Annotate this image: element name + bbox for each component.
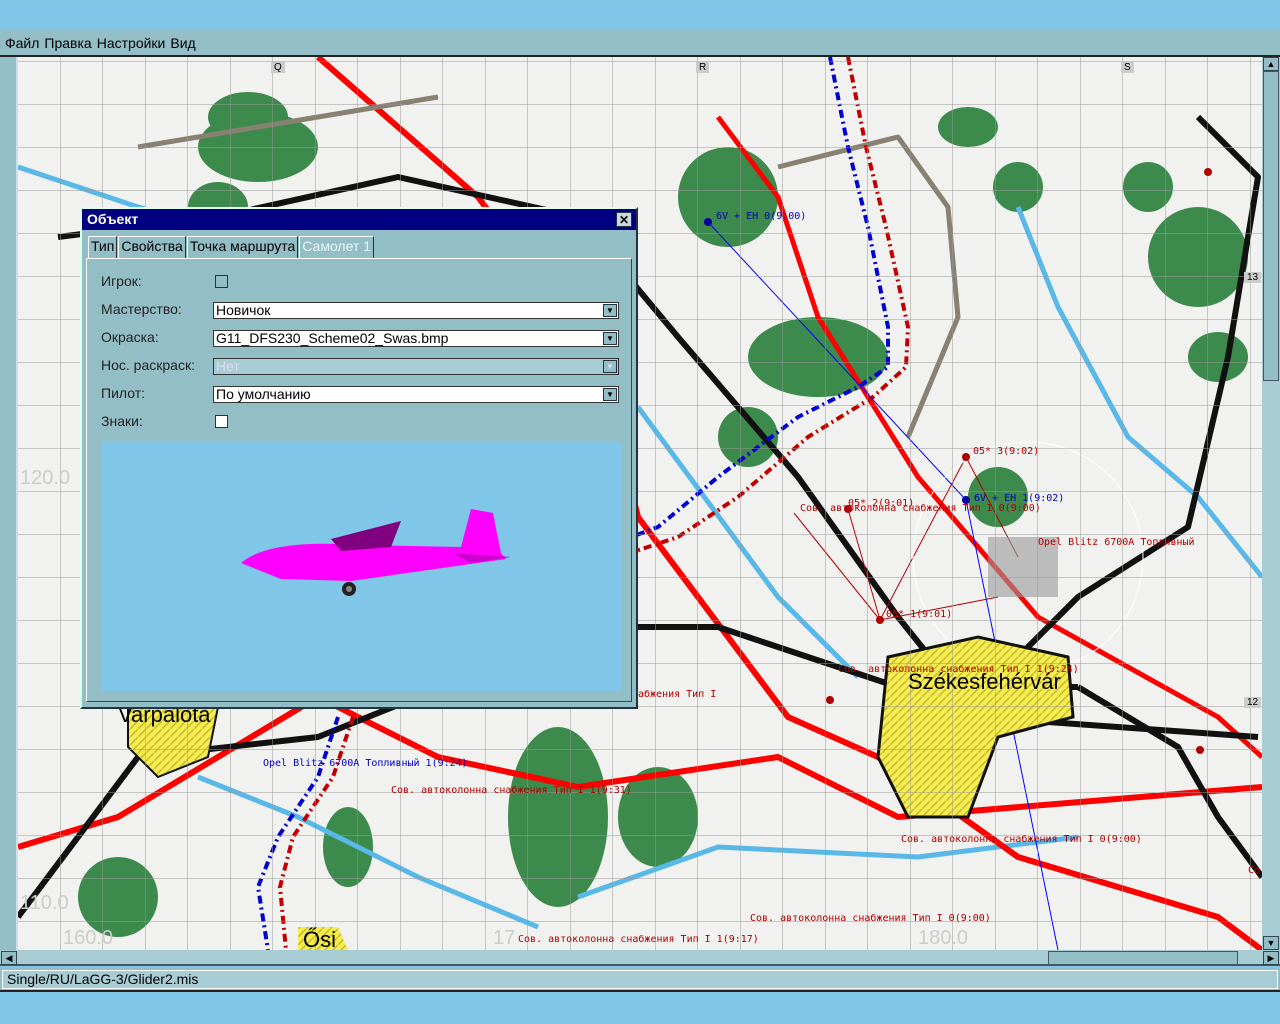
grid-tag-13: 13 — [1244, 272, 1262, 283]
menu-bar: Файл Правка Настройки Вид — [0, 30, 1280, 57]
aircraft-preview[interactable] — [101, 441, 621, 691]
pilot-select[interactable]: По умолчанию ▼ — [213, 386, 619, 403]
desktop-top — [0, 0, 1280, 30]
horizontal-scroll-thumb[interactable] — [1048, 951, 1238, 965]
map-label[interactable]: Сов. автоколонна снабжения Тип I 0(9:00) — [800, 503, 1041, 514]
map-label[interactable]: 6V + EH 1(9:02) — [974, 493, 1064, 504]
dialog-title: Объект — [87, 211, 139, 227]
chevron-down-icon[interactable]: ▼ — [603, 304, 617, 317]
pilot-value: По умолчанию — [216, 386, 311, 402]
map-label[interactable]: абжения Тип I — [638, 689, 716, 700]
skin-label: Окраска: — [101, 329, 159, 345]
menu-file[interactable]: Файл — [5, 35, 39, 51]
map-label[interactable]: 05* 3(9:02) — [973, 446, 1039, 457]
scroll-right-button[interactable]: ▶ — [1263, 951, 1279, 965]
noseart-label: Нос. раскраск: — [101, 357, 195, 373]
dialog-tabs: Тип Свойства Точка маршрута Самолет 1 — [88, 236, 375, 258]
horizontal-scrollbar[interactable]: ◀ ▶ — [0, 950, 1280, 966]
coord-120: 120.0 — [20, 467, 71, 489]
skill-value: Новичок — [216, 302, 271, 318]
dialog-titlebar[interactable]: Объект ✕ — [82, 209, 636, 230]
coord-110: 110.0 — [20, 892, 69, 914]
noseart-value: Нет — [216, 358, 240, 374]
tab-type[interactable]: Тип — [88, 236, 118, 258]
map-label[interactable]: 05* 1(9:01) — [886, 609, 952, 620]
player-checkbox[interactable] — [215, 275, 228, 288]
pilot-label: Пилот: — [101, 385, 145, 401]
chevron-down-icon[interactable]: ▼ — [603, 388, 617, 401]
map-label[interactable]: Со 1(9 — [1248, 865, 1262, 876]
map-label[interactable]: Opel Blitz 6700A Топливный — [1038, 537, 1195, 548]
glider-model-icon — [241, 509, 511, 596]
chevron-down-icon[interactable]: ▼ — [603, 332, 617, 345]
markings-label: Знаки: — [101, 413, 143, 429]
coord-180: 180.0 — [918, 927, 969, 949]
status-file-path: Single/RU/LaGG-3/Glider2.mis — [2, 970, 1278, 989]
close-icon[interactable]: ✕ — [616, 212, 632, 227]
chevron-down-icon: ▼ — [603, 360, 617, 373]
tab-waypoint[interactable]: Точка маршрута — [186, 236, 299, 258]
scroll-down-button[interactable]: ▼ — [1263, 936, 1279, 950]
skill-select[interactable]: Новичок ▼ — [213, 302, 619, 319]
object-dialog: Объект ✕ Тип Свойства Точка маршрута Сам… — [80, 207, 638, 709]
skin-select[interactable]: G11_DFS230_Scheme02_Swas.bmp ▼ — [213, 330, 619, 347]
grid-tag-s: S — [1121, 62, 1134, 73]
map-label[interactable]: Сов. автоколонна снабжения Тип I 0(9:00) — [750, 913, 991, 924]
coord-160: 160.0 — [63, 927, 114, 949]
skill-label: Мастерство: — [101, 301, 182, 317]
scroll-left-button[interactable]: ◀ — [1, 951, 17, 965]
scroll-up-button[interactable]: ▲ — [1263, 57, 1279, 71]
tab-aircraft-1[interactable]: Самолет 1 — [299, 236, 375, 258]
markings-checkbox[interactable] — [215, 415, 228, 428]
coord-17: 17 — [493, 927, 516, 949]
noseart-select: Нет ▼ — [213, 358, 619, 375]
map-label[interactable]: Сов. автоколонна снабжения Тип I 1(9:31) — [391, 785, 632, 796]
map-label[interactable]: Сов. автоколонна снабжения Тип I 0(9:00) — [901, 834, 1142, 845]
menu-settings[interactable]: Настройки — [97, 35, 166, 51]
status-bar: Single/RU/LaGG-3/Glider2.mis — [0, 968, 1280, 992]
map-label[interactable]: Сов. автоколонна снабжения Тип I 1(9:17) — [518, 934, 759, 945]
grid-tag-12: 12 — [1244, 697, 1262, 708]
menu-edit[interactable]: Правка — [44, 35, 91, 51]
player-label: Игрок: — [101, 273, 142, 289]
map-label[interactable]: 6V + EH 0(9:00) — [716, 211, 806, 222]
tab-properties[interactable]: Свойства — [118, 236, 186, 258]
skin-value: G11_DFS230_Scheme02_Swas.bmp — [216, 330, 449, 346]
grid-tag-r: R — [696, 62, 710, 73]
tab-panel: Игрок: Мастерство: Новичок ▼ Окраска: G11… — [86, 258, 632, 702]
city-osi: Ősi — [303, 927, 336, 950]
vertical-scroll-thumb[interactable] — [1263, 71, 1279, 381]
map-label[interactable]: Сов. автоколонна снабжения Тип I 1(9:24) — [838, 664, 1079, 675]
grid-tag-q: Q — [271, 62, 285, 73]
menu-view[interactable]: Вид — [170, 35, 195, 51]
vertical-scrollbar[interactable]: ▲ ▼ — [1262, 57, 1280, 950]
left-ruler — [0, 57, 18, 950]
map-label[interactable]: Opel Blitz 6700A Топливный 1(9:24) — [263, 758, 468, 769]
